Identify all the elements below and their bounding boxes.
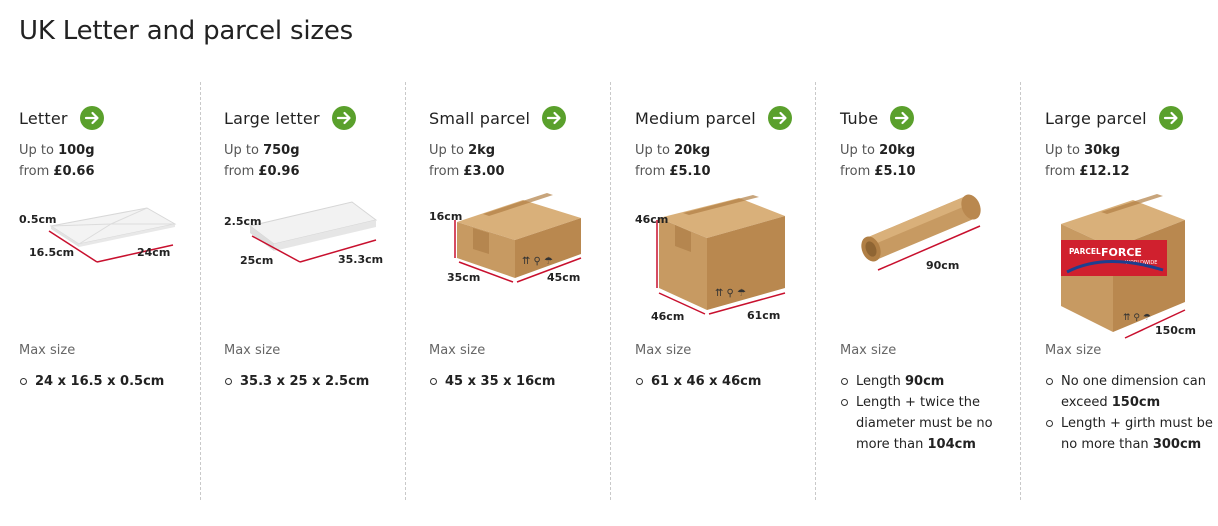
page-title: UK Letter and parcel sizes — [19, 16, 353, 46]
column-large-parcel: Large parcel Up to 30kg from £12.12 PARC… — [1020, 82, 1218, 500]
max-size-list: 24 x 16.5 x 0.5cm — [19, 371, 187, 392]
medium-parcel-box-illustration: ⇈ ⚲ ☂ 46cm 46cm 61cm — [635, 195, 786, 323]
max-size-item: 24 x 16.5 x 0.5cm — [19, 371, 187, 392]
column-small-parcel: Small parcel Up to 2kg from £3.00 ⇈ ⚲ ☂ … — [405, 82, 610, 500]
max-size-item: 35.3 x 25 x 2.5cm — [224, 371, 392, 392]
letter-illustration: 0.5cm 16.5cm 24cm — [19, 207, 177, 263]
arrow-right-icon[interactable] — [331, 106, 356, 130]
column-large-letter: Large letter Up to 750g from £0.96 2.5cm… — [200, 82, 405, 500]
column-title[interactable]: Large parcel — [1045, 109, 1147, 128]
arrow-right-icon[interactable] — [542, 106, 567, 130]
price: from £5.10 — [840, 164, 916, 179]
dimension-label: 150cm — [1155, 324, 1196, 337]
column-title[interactable]: Large letter — [224, 109, 320, 128]
max-size-label: Max size — [224, 343, 281, 358]
max-size-item: Length 90cm — [840, 371, 1008, 392]
arrow-right-icon[interactable] — [890, 106, 915, 130]
column-header[interactable]: Small parcel — [429, 106, 567, 130]
max-size-label: Max size — [429, 343, 486, 358]
max-size-label: Max size — [19, 343, 76, 358]
dimension-label: 61cm — [747, 309, 780, 322]
svg-text:⇈ ⚲ ☂: ⇈ ⚲ ☂ — [1123, 313, 1151, 323]
column-header[interactable]: Medium parcel — [635, 106, 792, 130]
dimension-label: 16.5cm — [29, 246, 74, 259]
dimension-label: 24cm — [137, 246, 170, 259]
column-header[interactable]: Large letter — [224, 106, 356, 130]
small-parcel-box-illustration: ⇈ ⚲ ☂ 16cm 35cm 45cm — [429, 193, 582, 284]
max-size-list: No one dimension can exceed 150cm Length… — [1045, 371, 1213, 455]
max-size-label: Max size — [635, 343, 692, 358]
price: from £12.12 — [1045, 164, 1130, 179]
max-size-item: Length + twice the diameter must be no m… — [840, 392, 1008, 455]
max-size-item: 45 x 35 x 16cm — [429, 371, 597, 392]
column-header[interactable]: Tube — [840, 106, 915, 130]
column-title[interactable]: Medium parcel — [635, 109, 756, 128]
max-size-item: No one dimension can exceed 150cm — [1045, 371, 1213, 413]
price: from £3.00 — [429, 164, 505, 179]
price: from £0.96 — [224, 164, 300, 179]
weight-limit: Up to 100g — [19, 143, 95, 158]
max-size-list: 35.3 x 25 x 2.5cm — [224, 371, 392, 392]
column-title[interactable]: Letter — [19, 109, 68, 128]
column-letter: Letter Up to 100g from £0.66 0.5cm 16.5c… — [0, 82, 205, 500]
size-columns: Letter Up to 100g from £0.66 0.5cm 16.5c… — [0, 82, 1218, 502]
dimension-label: 35cm — [447, 271, 480, 284]
max-size-item: Length + girth must be no more than 300c… — [1045, 413, 1213, 455]
svg-text:⇈ ⚲ ☂: ⇈ ⚲ ☂ — [522, 256, 553, 267]
large-letter-illustration: 2.5cm 25cm 35.3cm — [224, 201, 383, 267]
dimension-label: 46cm — [651, 310, 684, 323]
svg-text:PARCEL: PARCEL — [1069, 247, 1101, 256]
max-size-label: Max size — [1045, 343, 1102, 358]
dimension-label: 46cm — [635, 213, 668, 226]
max-size-list: Length 90cm Length + twice the diameter … — [840, 371, 1008, 455]
weight-limit: Up to 20kg — [635, 143, 711, 158]
weight-limit: Up to 750g — [224, 143, 300, 158]
column-title[interactable]: Small parcel — [429, 109, 530, 128]
svg-text:⇈ ⚲ ☂: ⇈ ⚲ ☂ — [715, 288, 746, 299]
column-tube: Tube Up to 20kg from £5.10 90cm Max size… — [815, 82, 1020, 500]
price: from £5.10 — [635, 164, 711, 179]
dimension-label: 2.5cm — [224, 215, 261, 228]
dimension-label: 90cm — [926, 259, 959, 272]
arrow-right-icon[interactable] — [767, 106, 792, 130]
dimension-label: 35.3cm — [338, 253, 383, 266]
dimension-label: 16cm — [429, 210, 462, 223]
max-size-label: Max size — [840, 343, 897, 358]
max-size-item: 61 x 46 x 46cm — [635, 371, 803, 392]
column-header[interactable]: Large parcel — [1045, 106, 1183, 130]
column-header[interactable]: Letter — [19, 106, 104, 130]
max-size-list: 45 x 35 x 16cm — [429, 371, 597, 392]
arrow-right-icon[interactable] — [79, 106, 104, 130]
column-medium-parcel: Medium parcel Up to 20kg from £5.10 ⇈ ⚲ … — [610, 82, 815, 500]
max-size-list: 61 x 46 x 46cm — [635, 371, 803, 392]
large-parcel-box-illustration: PARCEL FORCE WORLDWIDE ⇈ ⚲ ☂ 150cm — [1061, 194, 1196, 339]
tube-illustration: 90cm — [861, 194, 981, 272]
svg-text:FORCE: FORCE — [1101, 246, 1142, 259]
price: from £0.66 — [19, 164, 95, 179]
weight-limit: Up to 20kg — [840, 143, 916, 158]
weight-limit: Up to 30kg — [1045, 143, 1121, 158]
dimension-label: 45cm — [547, 271, 580, 284]
arrow-right-icon[interactable] — [1158, 106, 1183, 130]
column-title[interactable]: Tube — [840, 109, 878, 128]
weight-limit: Up to 2kg — [429, 143, 496, 158]
dimension-label: 0.5cm — [19, 213, 56, 226]
dimension-label: 25cm — [240, 254, 273, 267]
